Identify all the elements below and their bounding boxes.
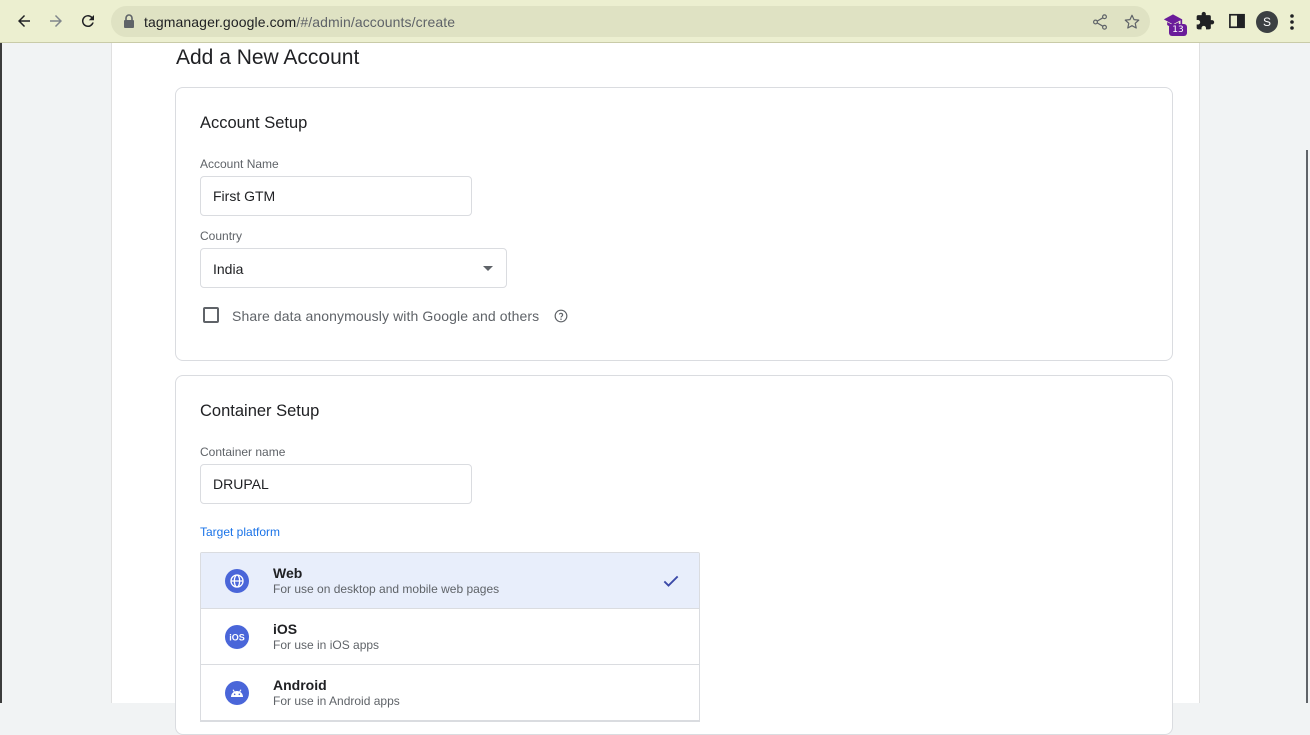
url-text: tagmanager.google.com/#/admin/accounts/c… bbox=[144, 14, 455, 30]
arrow-right-icon bbox=[50, 15, 62, 27]
extension-badge: 13 bbox=[1169, 24, 1187, 36]
container-name-label: Container name bbox=[200, 445, 286, 459]
reload-icon bbox=[81, 15, 94, 28]
more-vert-icon[interactable] bbox=[1288, 11, 1296, 33]
container-name-input[interactable] bbox=[200, 464, 472, 504]
container-setup-card: Container Setup Container name Target pl… bbox=[175, 375, 1173, 735]
globe-icon bbox=[225, 569, 249, 593]
share-data-label[interactable]: Share data anonymously with Google and o… bbox=[232, 308, 539, 324]
lock-icon bbox=[124, 14, 134, 28]
profile-avatar[interactable]: S bbox=[1256, 11, 1278, 33]
scrollbar[interactable] bbox=[1306, 150, 1308, 703]
platform-option-web[interactable]: Web For use on desktop and mobile web pa… bbox=[201, 553, 699, 609]
country-select[interactable]: India bbox=[200, 248, 507, 288]
arrow-left-icon bbox=[18, 15, 30, 27]
window-edge bbox=[0, 0, 2, 703]
platform-description: For use in Android apps bbox=[273, 694, 400, 708]
url-host: tagmanager.google.com bbox=[144, 14, 297, 30]
account-setup-card: Account Setup Account Name Country India… bbox=[175, 87, 1173, 361]
platform-name: Android bbox=[273, 677, 327, 693]
ios-icon: iOS bbox=[225, 625, 249, 649]
puzzle-icon[interactable] bbox=[1195, 11, 1215, 31]
country-value: India bbox=[213, 261, 244, 277]
svg-text:iOS: iOS bbox=[229, 633, 245, 643]
page-title: Add a New Account bbox=[176, 46, 360, 69]
platform-option-android[interactable]: Android For use in Android apps bbox=[201, 665, 699, 721]
side-panel-icon[interactable] bbox=[1227, 11, 1247, 31]
reload-button[interactable] bbox=[75, 8, 101, 34]
account-setup-title: Account Setup bbox=[200, 114, 308, 132]
target-platform-label: Target platform bbox=[200, 525, 281, 539]
account-name-label: Account Name bbox=[200, 157, 279, 171]
share-data-checkbox[interactable] bbox=[203, 307, 219, 323]
forward-button[interactable] bbox=[43, 8, 69, 34]
browser-toolbar: tagmanager.google.com/#/admin/accounts/c… bbox=[0, 0, 1310, 43]
back-button[interactable] bbox=[11, 8, 37, 34]
account-name-input[interactable] bbox=[200, 176, 472, 216]
url-path: /#/admin/accounts/create bbox=[296, 14, 456, 30]
star-icon[interactable] bbox=[1123, 13, 1141, 31]
help-icon[interactable] bbox=[554, 309, 568, 323]
platform-name: iOS bbox=[273, 621, 298, 637]
platform-option-ios[interactable]: iOS iOS For use in iOS apps bbox=[201, 609, 699, 665]
platform-description: For use in iOS apps bbox=[273, 638, 380, 652]
page-content: Add a New Account Account Setup Account … bbox=[111, 43, 1200, 735]
address-bar[interactable]: tagmanager.google.com/#/admin/accounts/c… bbox=[111, 6, 1150, 37]
checkmark-icon bbox=[663, 575, 679, 587]
container-setup-title: Container Setup bbox=[200, 402, 320, 420]
platform-name: Web bbox=[273, 565, 303, 581]
dropdown-arrow-icon bbox=[483, 266, 493, 271]
platform-list: Web For use on desktop and mobile web pa… bbox=[200, 552, 700, 722]
android-icon bbox=[225, 681, 249, 705]
share-icon[interactable] bbox=[1091, 13, 1109, 31]
platform-description: For use on desktop and mobile web pages bbox=[273, 582, 500, 596]
country-label: Country bbox=[200, 229, 243, 243]
